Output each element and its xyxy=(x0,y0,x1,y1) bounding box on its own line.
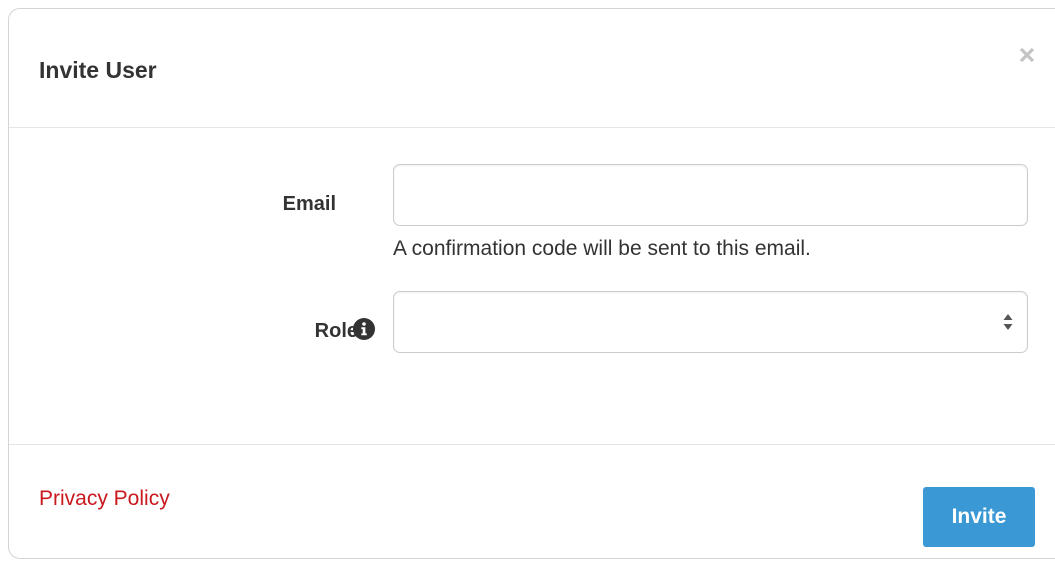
role-select[interactable] xyxy=(393,291,1028,353)
invite-user-modal: Invite User Email A confirmation code wi… xyxy=(8,8,1055,559)
email-help-text: A confirmation code will be sent to this… xyxy=(393,237,811,260)
invite-button[interactable]: Invite xyxy=(923,487,1035,547)
email-label: Email xyxy=(282,193,336,215)
modal-footer: Privacy Policy Invite xyxy=(9,445,1055,560)
select-arrows-icon xyxy=(1003,314,1013,330)
info-icon[interactable] xyxy=(353,318,375,340)
modal-header: Invite User xyxy=(9,9,1055,128)
role-label: Role xyxy=(314,320,358,342)
close-icon xyxy=(1019,47,1035,63)
modal-title: Invite User xyxy=(39,57,157,83)
close-button[interactable] xyxy=(1015,43,1039,67)
privacy-policy-link[interactable]: Privacy Policy xyxy=(39,486,170,512)
modal-body: Email A confirmation code will be sent t… xyxy=(9,128,1055,445)
email-field[interactable] xyxy=(393,164,1028,226)
